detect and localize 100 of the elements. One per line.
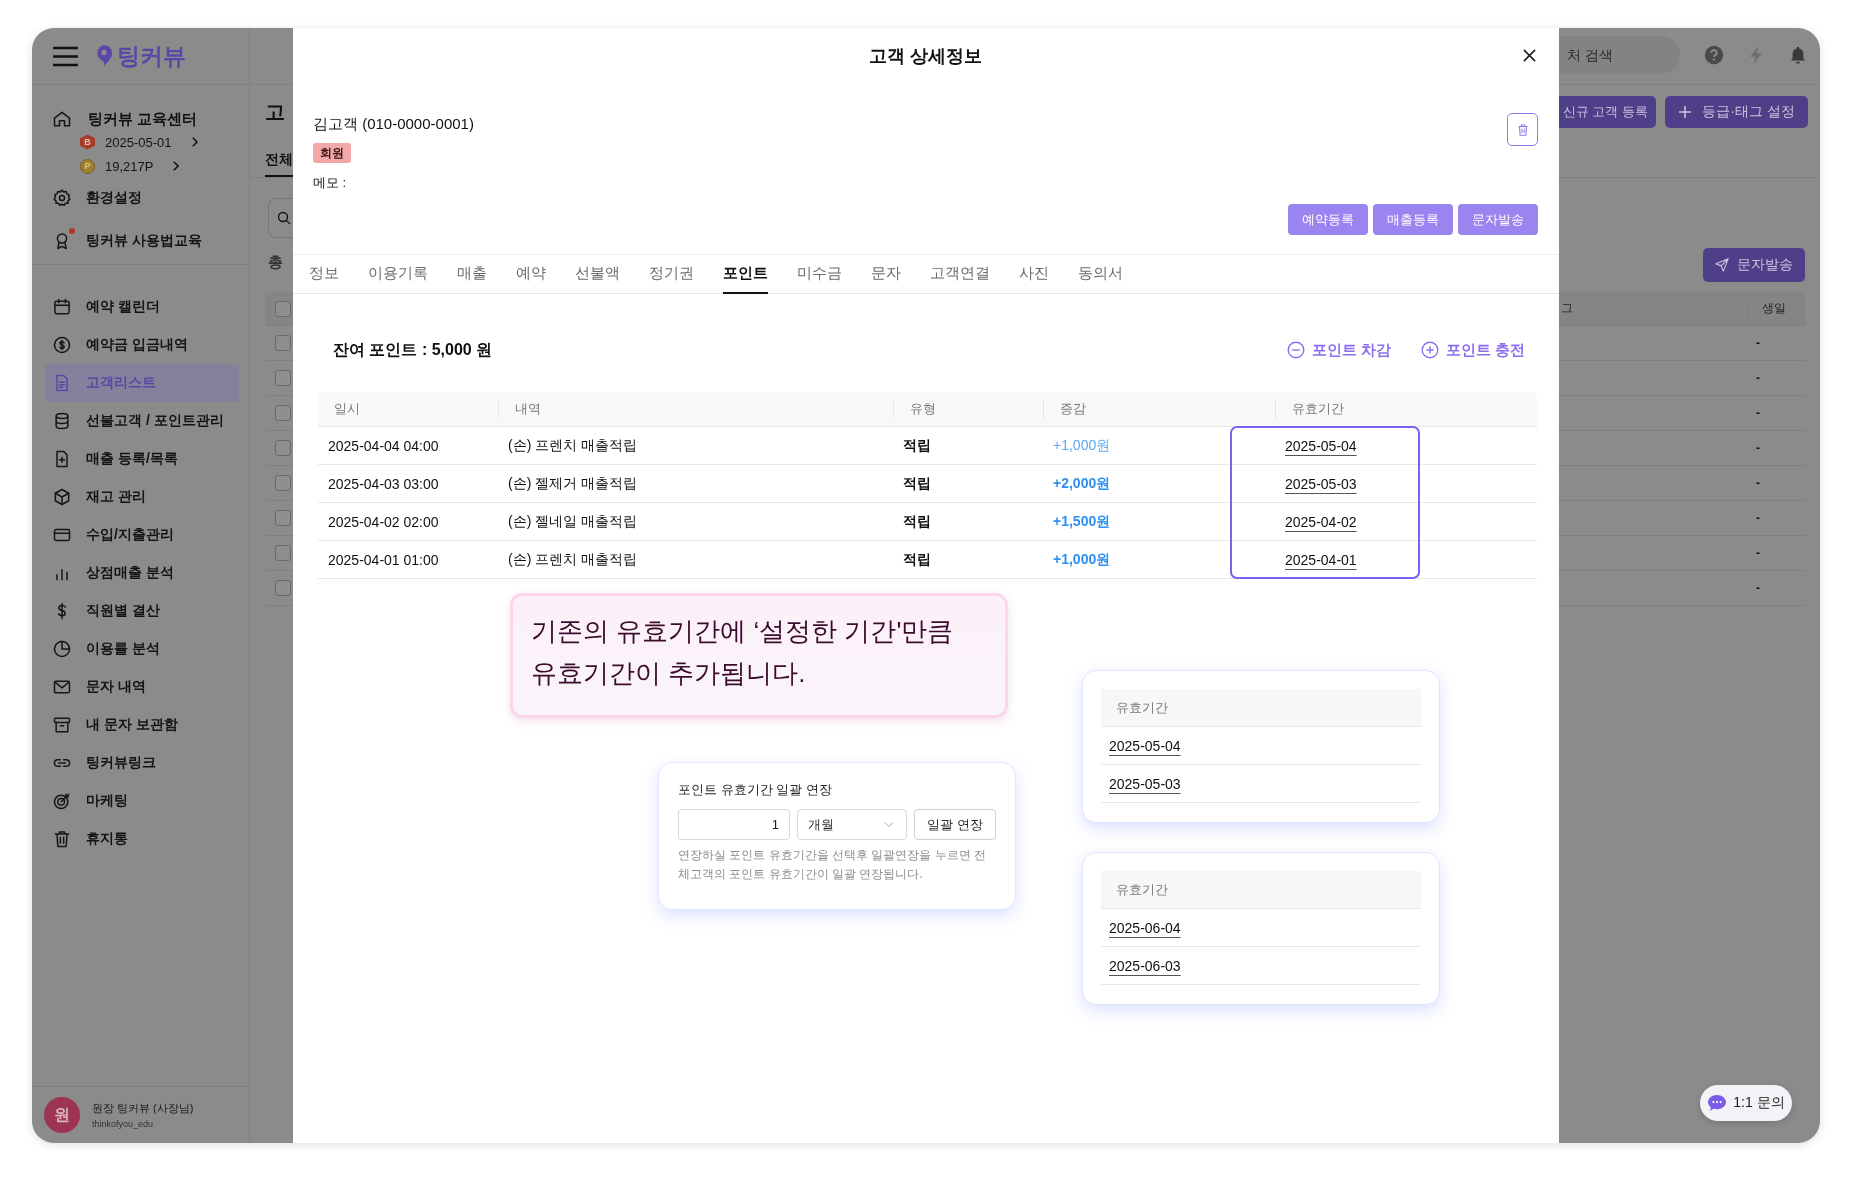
grade-badge: B bbox=[80, 134, 95, 150]
delete-button[interactable] bbox=[1507, 113, 1538, 146]
logo-text: 팅커뷰 bbox=[117, 41, 186, 71]
tab[interactable]: 포인트 bbox=[723, 255, 768, 294]
expiry-date: 2025-05-04 bbox=[1285, 437, 1357, 454]
sidebar-item[interactable]: 예약금 입금내역 bbox=[45, 326, 239, 364]
trash-icon bbox=[52, 829, 72, 849]
point-action-button[interactable]: 포인트 충전 bbox=[1420, 340, 1525, 360]
checkbox[interactable] bbox=[275, 580, 291, 596]
total-count: 총 bbox=[268, 253, 284, 272]
column-header: 유효기간 bbox=[1116, 880, 1168, 899]
checkbox[interactable] bbox=[275, 370, 291, 386]
tab[interactable]: 고객연결 bbox=[930, 255, 990, 294]
cube-icon bbox=[52, 487, 72, 507]
checkbox[interactable] bbox=[275, 510, 291, 526]
table-cell-text: - bbox=[1755, 371, 1761, 385]
sidebar-item[interactable]: 직원별 결산 bbox=[45, 592, 239, 630]
table-cell-text: 2025-04-01 01:00 bbox=[327, 551, 440, 568]
logo-icon bbox=[95, 44, 113, 68]
table-cell-text: 적립 bbox=[902, 474, 932, 493]
column-header: 유효기간 bbox=[1275, 400, 1537, 418]
sidebar-item[interactable]: 수입/지출관리 bbox=[45, 516, 239, 554]
sidebar-item[interactable]: 팅커뷰링크 bbox=[45, 744, 239, 782]
plus-icon bbox=[1678, 105, 1693, 119]
point-coin: P bbox=[80, 158, 95, 174]
checkbox[interactable] bbox=[275, 335, 291, 351]
expiry-date: 2025-04-02 bbox=[1285, 513, 1357, 530]
search-field[interactable]: 처 검색 bbox=[1559, 36, 1680, 74]
extend-button[interactable]: 일괄 연장 bbox=[914, 809, 996, 840]
checkbox[interactable] bbox=[275, 475, 291, 491]
sidebar-item[interactable]: 상점매출 분석 bbox=[45, 554, 239, 592]
table-cell-text: 적립 bbox=[902, 550, 932, 569]
table-cell-text: (손) 젤네일 매출적립 bbox=[507, 512, 639, 531]
callout: 기존의 유효기간에 ‘설정한 기간'만큼 유효기간이 추가됩니다. bbox=[510, 593, 1008, 718]
trash-icon bbox=[1515, 122, 1530, 137]
tab[interactable]: 정기권 bbox=[649, 255, 694, 294]
checkbox[interactable] bbox=[275, 440, 291, 456]
tab[interactable]: 예약 bbox=[516, 255, 546, 294]
action-button[interactable]: 매출등록 bbox=[1373, 204, 1453, 235]
calendar-icon bbox=[52, 297, 72, 317]
sidebar-item[interactable]: 팅커뷰 사용법교육 bbox=[45, 221, 239, 261]
column-header: 증감 bbox=[1043, 400, 1275, 418]
checkbox[interactable] bbox=[275, 300, 291, 317]
tab[interactable]: 사진 bbox=[1019, 255, 1049, 294]
point-action-button[interactable]: 포인트 차감 bbox=[1286, 340, 1391, 360]
action-button[interactable]: 문자발송 bbox=[1458, 204, 1538, 235]
chat-icon bbox=[1707, 1094, 1728, 1112]
tab[interactable]: 동의서 bbox=[1078, 255, 1123, 294]
search-icon bbox=[277, 210, 292, 226]
checkbox[interactable] bbox=[275, 405, 291, 421]
table-cell-text: - bbox=[1755, 546, 1761, 560]
tab[interactable]: 정보 bbox=[309, 255, 339, 294]
table-cell-text: - bbox=[1755, 336, 1761, 350]
close-icon[interactable] bbox=[1522, 48, 1537, 63]
chevron-right-icon[interactable] bbox=[189, 136, 199, 148]
table-cell-text: +1,500원 bbox=[1052, 512, 1112, 531]
sidebar-item[interactable]: 매출 등록/목록 bbox=[45, 440, 239, 478]
minus-circle-icon bbox=[1286, 341, 1305, 359]
sidebar-item[interactable]: 환경설정 bbox=[45, 178, 239, 218]
unit-select[interactable]: 개월 bbox=[797, 809, 907, 840]
member-badge: 회원 bbox=[313, 143, 351, 163]
menu-icon[interactable] bbox=[52, 45, 79, 67]
sidebar-item[interactable]: 휴지통 bbox=[45, 820, 239, 858]
sidebar-item[interactable]: 선불고객 / 포인트관리 bbox=[45, 402, 239, 440]
store-points: 19,217P bbox=[105, 158, 154, 174]
tag-settings-button[interactable]: 등급·태그 설정 bbox=[1665, 96, 1808, 128]
amount-field[interactable]: 1 bbox=[678, 809, 790, 840]
tab[interactable]: 미수금 bbox=[797, 255, 842, 294]
table-cell-text: (손) 프렌치 매출적립 bbox=[507, 436, 639, 455]
send-icon bbox=[1715, 258, 1729, 272]
dollar-circle-icon bbox=[52, 335, 72, 355]
help-icon[interactable] bbox=[1704, 43, 1724, 67]
sidebar-item[interactable]: 이용률 분석 bbox=[45, 630, 239, 668]
tab[interactable]: 매출 bbox=[457, 255, 487, 294]
tab[interactable]: 이용기록 bbox=[368, 255, 428, 294]
table-cell-text: 2025-04-03 03:00 bbox=[327, 475, 440, 492]
chevron-right-icon[interactable] bbox=[171, 160, 181, 172]
sidebar-item[interactable]: 재고 관리 bbox=[45, 478, 239, 516]
archive-icon bbox=[52, 715, 72, 735]
chat-button[interactable]: 1:1 문의 bbox=[1700, 1085, 1792, 1121]
store-name: 팅커뷰 교육센터 bbox=[88, 109, 198, 129]
sidebar-item[interactable]: 내 문자 보관함 bbox=[45, 706, 239, 744]
checkbox[interactable] bbox=[275, 545, 291, 561]
table-cell-text: +2,000원 bbox=[1052, 474, 1112, 493]
expiry-date: 2025-05-04 bbox=[1109, 737, 1181, 754]
action-button[interactable]: 예약등록 bbox=[1288, 204, 1368, 235]
tab[interactable]: 문자 bbox=[871, 255, 901, 294]
point-balance: 잔여 포인트 : 5,000 원 bbox=[333, 339, 493, 360]
chevron-down-icon bbox=[884, 821, 894, 828]
sidebar-item[interactable]: 문자 내역 bbox=[45, 668, 239, 706]
expiry-date: 2025-06-03 bbox=[1109, 957, 1181, 974]
avatar: 원 bbox=[44, 1097, 80, 1133]
send-message-button[interactable]: 문자발송 bbox=[1703, 248, 1805, 282]
database-icon bbox=[52, 411, 72, 431]
sidebar-item[interactable]: 마케팅 bbox=[45, 782, 239, 820]
table-cell-text: 적립 bbox=[902, 436, 932, 455]
sidebar-item[interactable]: 예약 캘린더 bbox=[45, 288, 239, 326]
table-cell-text: - bbox=[1755, 476, 1761, 490]
register-customer-button[interactable]: 신규 고객 등록 bbox=[1559, 96, 1656, 128]
tab[interactable]: 선불액 bbox=[575, 255, 620, 294]
